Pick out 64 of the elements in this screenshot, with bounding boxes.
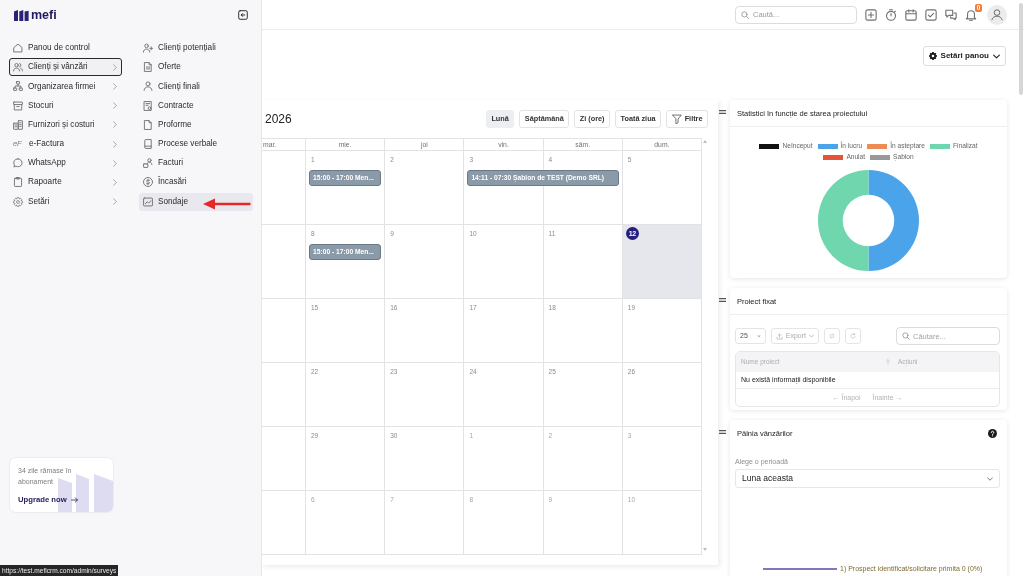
chat-bubble-icon <box>13 158 23 169</box>
chevron-down-icon <box>993 53 1000 59</box>
filter-icon <box>671 114 682 124</box>
gear-icon <box>928 52 937 60</box>
period-select[interactable]: Luna aceasta <box>735 469 1000 488</box>
check-square-icon[interactable] <box>925 8 937 21</box>
submenu-item[interactable]: Sondaje <box>139 192 253 211</box>
plus-square-icon[interactable] <box>865 8 877 21</box>
sidebar-toggle-icon[interactable] <box>238 10 248 20</box>
submenu-item[interactable]: Clienți potențiali <box>139 39 253 58</box>
annotation-arrow <box>203 197 251 210</box>
menu-item[interactable]: Stocuri <box>9 96 122 115</box>
stopwatch-icon[interactable] <box>885 8 897 21</box>
chevron-down-icon <box>987 476 993 481</box>
submenu-item[interactable]: Contracte <box>139 96 253 115</box>
avatar-icon[interactable] <box>987 4 1007 25</box>
users-icon <box>13 62 23 73</box>
calendar-title: 2026 <box>264 111 292 127</box>
chevron-down-icon <box>809 334 815 338</box>
drag-handle-icon[interactable] <box>719 298 726 302</box>
menu-item[interactable]: Panou de control <box>9 39 122 58</box>
logo-icon <box>14 9 29 21</box>
book-icon <box>143 139 153 150</box>
drag-handle-icon[interactable] <box>719 110 726 114</box>
user-card-icon <box>143 158 153 169</box>
menu-item[interactable]: Clienți și vânzări <box>9 58 122 77</box>
submenu-item[interactable]: Clienți finali <box>139 77 253 96</box>
buildings-icon <box>13 119 23 130</box>
logo-text: mefi <box>31 8 57 22</box>
menu-item[interactable]: Rapoarte <box>9 173 122 192</box>
arrow-right-icon <box>70 496 78 503</box>
bell-icon[interactable] <box>965 8 977 21</box>
calendar-icon[interactable] <box>905 8 917 21</box>
submenu-item[interactable]: Facturi <box>139 154 253 173</box>
settings-icon <box>13 196 23 207</box>
submenu-item[interactable]: Încasări <box>139 173 253 192</box>
refresh-icon <box>850 333 857 339</box>
search-icon <box>902 332 910 340</box>
submenu-item[interactable]: Proforme <box>139 115 253 134</box>
help-icon[interactable] <box>988 429 997 438</box>
chat-bubbles-icon[interactable] <box>945 8 957 21</box>
upload-icon <box>775 332 783 340</box>
drag-handle-icon[interactable] <box>719 430 726 434</box>
menu-item[interactable]: Furnizori și costuri <box>9 115 122 134</box>
submenu-item[interactable]: Procese verbale <box>139 134 253 154</box>
menu-item[interactable]: Organizarea firmei <box>9 77 122 96</box>
document-badge-icon <box>143 100 153 111</box>
swap-arrows-icon <box>829 333 836 339</box>
document-icon <box>143 62 153 73</box>
user-plus-icon <box>143 43 153 54</box>
clipboard-icon <box>13 177 23 188</box>
page-icon <box>143 119 153 130</box>
submenu-item[interactable]: Oferte <box>139 58 253 77</box>
search-icon <box>741 10 749 19</box>
menu-item[interactable]: Setări <box>9 192 122 211</box>
sitemap-icon <box>13 81 23 92</box>
coin-icon <box>143 177 153 188</box>
scrollbar-thumb[interactable] <box>1019 3 1023 95</box>
user-icon <box>143 81 153 92</box>
house-icon <box>13 43 23 54</box>
menu-item[interactable]: WhatsApp <box>9 154 122 173</box>
chart-icon <box>143 196 153 207</box>
archive-box-icon <box>13 100 23 111</box>
panel-settings-button[interactable]: Setări panou <box>922 46 1006 66</box>
